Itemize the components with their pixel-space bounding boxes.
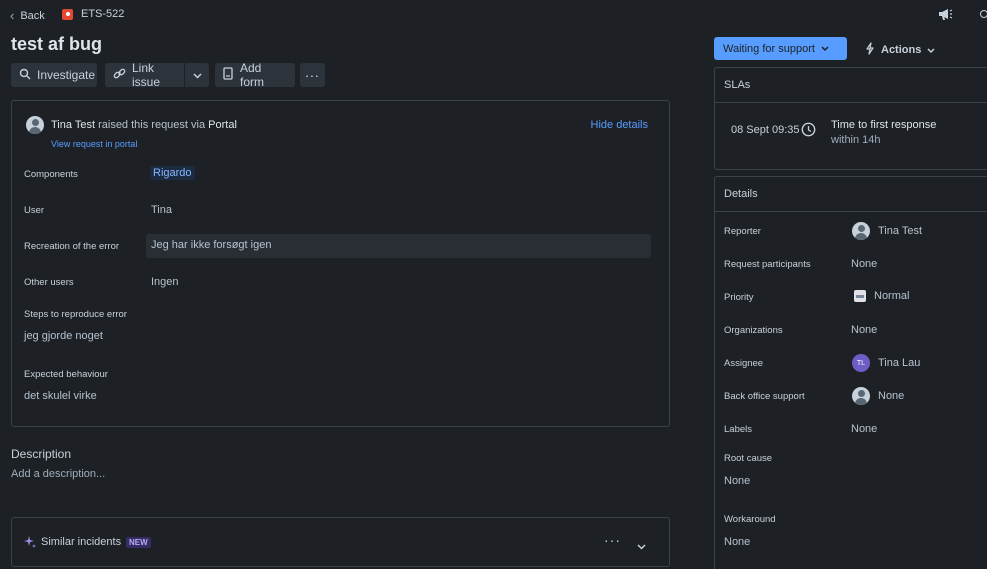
- component-tag[interactable]: Rigardo: [150, 166, 195, 180]
- back-label: Back: [20, 9, 45, 22]
- steps-label: Steps to reproduce error: [24, 309, 127, 320]
- reporter-field[interactable]: Tina Test: [852, 222, 922, 240]
- more-icon: ...: [305, 64, 320, 80]
- reporter-name[interactable]: Tina Test: [51, 119, 95, 131]
- add-form-label: Add form: [240, 61, 264, 89]
- more-actions-button[interactable]: ...: [300, 63, 325, 87]
- priority-label: Priority: [724, 292, 754, 303]
- organizations-label: Organizations: [724, 325, 783, 336]
- reporter-value: Tina Test: [878, 225, 923, 237]
- reporter-avatar: [26, 116, 44, 137]
- search-icon: [19, 68, 31, 83]
- assignee-field[interactable]: TL Tina Lau: [852, 354, 920, 372]
- participants-value[interactable]: None: [851, 258, 877, 270]
- expected-value[interactable]: det skulel virke: [24, 390, 97, 402]
- chevron-down-icon: [927, 43, 935, 57]
- megaphone-icon[interactable]: [937, 6, 953, 25]
- form-icon: [223, 67, 234, 83]
- backoffice-field[interactable]: None: [852, 387, 904, 405]
- status-button[interactable]: Waiting for support: [714, 37, 847, 60]
- recreation-field[interactable]: Jeg har ikke forsøgt igen: [146, 234, 651, 258]
- sparkle-icon: [24, 536, 36, 551]
- similar-more-icon[interactable]: ···: [604, 532, 621, 548]
- details-heading[interactable]: Details: [715, 177, 987, 212]
- sla-heading[interactable]: SLAs: [715, 68, 987, 103]
- incident-type-icon: [62, 8, 73, 20]
- user-label: User: [24, 205, 45, 216]
- channel-name: Portal: [208, 119, 237, 131]
- description-heading: Description: [11, 447, 72, 461]
- request-details-panel: Tina Test raised this request via Portal…: [11, 100, 670, 427]
- similar-incidents-panel: Similar incidents NEW ···: [11, 517, 670, 567]
- clock-icon: [801, 122, 816, 140]
- rootcause-value[interactable]: None: [724, 475, 750, 487]
- participants-label: Request participants: [724, 259, 811, 270]
- settings-icon[interactable]: [980, 10, 987, 18]
- reporter-label: Reporter: [724, 226, 761, 237]
- actions-label: Actions: [881, 44, 922, 56]
- description-placeholder[interactable]: Add a description...: [11, 468, 105, 480]
- sla-time: 08 Sept 09:35: [731, 124, 800, 136]
- chevron-down-icon: [192, 68, 202, 82]
- issue-key-breadcrumb[interactable]: ETS-522: [62, 8, 124, 20]
- priority-value: Normal: [874, 290, 910, 302]
- chevron-down-icon: [821, 43, 829, 55]
- investigate-button[interactable]: Investigate: [11, 63, 97, 87]
- details-panel: Details Reporter Tina Test Request parti…: [714, 176, 987, 569]
- issue-title[interactable]: test af bug: [11, 34, 102, 55]
- link-issue-label: Link issue: [132, 61, 161, 89]
- actions-button[interactable]: Actions: [865, 42, 935, 58]
- hide-details-link[interactable]: Hide details: [591, 119, 648, 131]
- similar-incidents-label[interactable]: Similar incidents: [41, 536, 121, 548]
- view-in-portal-link[interactable]: View request in portal: [51, 139, 137, 149]
- backoffice-value: None: [878, 390, 905, 402]
- link-issue-dropdown[interactable]: [185, 63, 209, 87]
- workaround-label: Workaround: [724, 514, 776, 525]
- labels-value[interactable]: None: [851, 423, 877, 435]
- sla-title: Time to first response: [831, 119, 937, 131]
- chevron-left-icon: ‹: [10, 8, 15, 23]
- raised-via-line: Tina Test raised this request via Portal: [51, 119, 237, 131]
- status-label: Waiting for support: [723, 42, 815, 55]
- issue-key: ETS-522: [81, 8, 125, 20]
- priority-field[interactable]: Normal: [854, 290, 909, 302]
- add-form-button[interactable]: Add form: [215, 61, 295, 89]
- expected-label: Expected behaviour: [24, 369, 108, 380]
- user-value[interactable]: Tina: [151, 204, 172, 216]
- rootcause-label: Root cause: [724, 453, 773, 464]
- components-label: Components: [24, 169, 78, 180]
- labels-label: Labels: [724, 424, 752, 435]
- investigate-label: Investigate: [37, 68, 96, 82]
- workaround-value[interactable]: None: [724, 536, 750, 548]
- link-icon: [113, 67, 126, 83]
- reporter-avatar: [852, 222, 870, 240]
- lightning-icon: [865, 42, 875, 58]
- other-users-value[interactable]: Ingen: [151, 276, 179, 288]
- assignee-value: Tina Lau: [878, 357, 921, 369]
- steps-value[interactable]: jeg gjorde noget: [24, 330, 103, 342]
- sla-panel: SLAs 08 Sept 09:35 Time to first respons…: [714, 67, 987, 170]
- assignee-avatar: TL: [852, 354, 870, 372]
- sla-subtitle: within 14h: [831, 134, 881, 146]
- raised-text: raised this request via: [98, 119, 206, 131]
- back-link[interactable]: ‹ Back: [10, 8, 45, 23]
- new-badge: NEW: [126, 537, 151, 548]
- organizations-value[interactable]: None: [851, 324, 877, 336]
- unassigned-avatar-icon: [852, 387, 870, 405]
- chevron-down-icon[interactable]: [637, 539, 646, 553]
- backoffice-label: Back office support: [724, 391, 805, 402]
- recreation-label: Recreation of the error: [24, 241, 120, 252]
- assignee-label: Assignee: [724, 358, 764, 369]
- link-issue-button[interactable]: Link issue: [105, 61, 184, 89]
- other-users-label: Other users: [24, 277, 74, 288]
- priority-icon: [854, 290, 866, 302]
